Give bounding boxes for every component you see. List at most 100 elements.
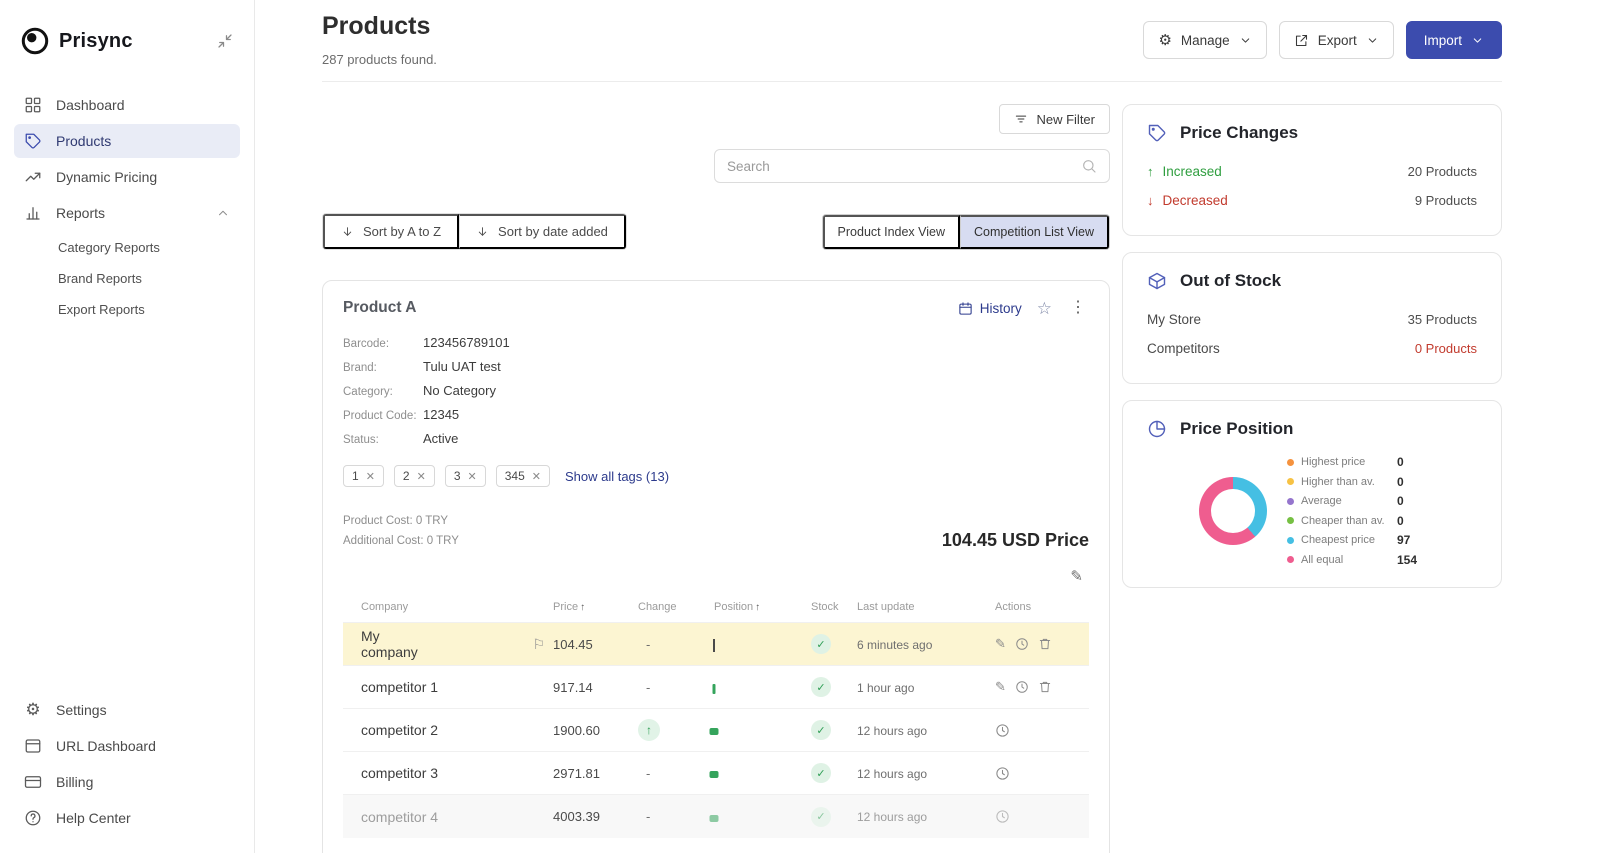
trash-icon[interactable] xyxy=(1038,680,1052,694)
search-input[interactable] xyxy=(727,159,1081,174)
brand-value: Tulu UAT test xyxy=(423,359,501,374)
increased-row[interactable]: ↑Increased 20 Products xyxy=(1147,157,1477,186)
col-company[interactable]: Company xyxy=(343,592,549,623)
box-icon xyxy=(1147,271,1167,291)
legend-dot xyxy=(1287,537,1294,544)
new-filter-label: New Filter xyxy=(1036,112,1095,127)
history-clock-icon[interactable] xyxy=(995,766,1010,781)
sidebar-item-export-reports[interactable]: Export Reports xyxy=(0,294,254,325)
change-value: - xyxy=(638,637,650,652)
sidebar-item-reports[interactable]: Reports xyxy=(14,196,240,230)
in-stock-check-icon: ✓ xyxy=(811,807,831,827)
gear-icon: ⚙ xyxy=(24,701,42,719)
new-filter-button[interactable]: New Filter xyxy=(999,104,1110,134)
calendar-icon xyxy=(958,301,973,316)
remove-tag-icon[interactable]: ✕ xyxy=(417,470,426,483)
decreased-count: 9 Products xyxy=(1415,193,1477,208)
export-button[interactable]: Export xyxy=(1279,21,1394,59)
price-value: 4003.39 xyxy=(549,795,634,838)
legend-item: Highest price 0 xyxy=(1287,455,1417,469)
sidebar-item-label: Reports xyxy=(56,205,105,221)
col-position[interactable]: Position↑ xyxy=(710,592,807,623)
history-button[interactable]: History xyxy=(958,301,1022,316)
legend-label: All equal xyxy=(1301,554,1391,566)
competitors-row[interactable]: Competitors 0 Products xyxy=(1147,334,1477,363)
field-label: Product Code: xyxy=(343,410,423,422)
sidebar-header: Prisync xyxy=(0,0,254,86)
my-store-row[interactable]: My Store 35 Products xyxy=(1147,305,1477,334)
manage-button[interactable]: ⚙ Manage xyxy=(1143,21,1266,59)
history-clock-icon[interactable] xyxy=(995,809,1010,824)
sidebar-item-label: Dynamic Pricing xyxy=(56,169,157,185)
last-update: 12 hours ago xyxy=(857,724,927,738)
remove-tag-icon[interactable]: ✕ xyxy=(366,470,375,483)
arrow-down-icon: ↓ xyxy=(1147,193,1154,208)
history-clock-icon[interactable] xyxy=(995,723,1010,738)
col-last-update[interactable]: Last update xyxy=(853,592,991,623)
price-position-panel: Price Position Highest price0 Higher tha… xyxy=(1122,400,1502,588)
sort-az-button[interactable]: Sort by A to Z xyxy=(323,214,459,249)
tag-icon xyxy=(24,132,42,150)
history-clock-icon[interactable] xyxy=(1015,637,1029,651)
decreased-row[interactable]: ↓Decreased 9 Products xyxy=(1147,186,1477,215)
sidebar-item-label: Billing xyxy=(56,774,93,790)
collapse-sidebar-icon[interactable] xyxy=(216,32,234,50)
sidebar-item-brand-reports[interactable]: Brand Reports xyxy=(0,263,254,294)
legend-label: Highest price xyxy=(1301,456,1391,468)
col-change[interactable]: Change xyxy=(634,592,710,623)
sidebar-item-dashboard[interactable]: Dashboard xyxy=(14,88,240,122)
legend-value: 0 xyxy=(1397,455,1404,469)
position-marker xyxy=(710,815,719,822)
edit-icon[interactable]: ✎ xyxy=(995,679,1006,695)
table-row-competitor-4: competitor 4 4003.39 - ✓ 12 hours ago xyxy=(343,795,1089,838)
brand: Prisync xyxy=(20,26,133,56)
panel-title: Price Changes xyxy=(1180,123,1298,143)
in-stock-check-icon: ✓ xyxy=(811,763,831,783)
price-value: 104.45 xyxy=(549,623,634,666)
sort-date-button[interactable]: Sort by date added xyxy=(459,214,626,249)
sidebar-item-category-reports[interactable]: Category Reports xyxy=(0,232,254,263)
chevron-down-icon xyxy=(1239,34,1252,47)
company-name: competitor 4 xyxy=(361,809,438,825)
legend-value: 154 xyxy=(1397,553,1417,567)
increased-count: 20 Products xyxy=(1408,164,1477,179)
trash-icon[interactable] xyxy=(1038,637,1052,651)
sidebar-item-dynamic-pricing[interactable]: Dynamic Pricing xyxy=(14,160,240,194)
import-button[interactable]: Import xyxy=(1406,21,1502,59)
sidebar-item-help-center[interactable]: Help Center xyxy=(14,801,240,835)
credit-card-icon xyxy=(24,773,42,791)
remove-tag-icon[interactable]: ✕ xyxy=(468,470,477,483)
last-update: 6 minutes ago xyxy=(857,638,932,652)
manage-button-label: Manage xyxy=(1181,33,1230,48)
sort-date-label: Sort by date added xyxy=(498,224,608,239)
kebab-menu-icon[interactable]: ⋮ xyxy=(1067,300,1089,316)
sidebar-item-settings[interactable]: ⚙ Settings xyxy=(14,693,240,727)
sidebar-nav: Dashboard Products Dynamic Pricing Repor… xyxy=(0,86,254,325)
panel-title: Out of Stock xyxy=(1180,271,1281,291)
col-stock[interactable]: Stock xyxy=(807,592,853,623)
edit-price-icon[interactable]: ✎ xyxy=(1070,569,1083,584)
gear-icon: ⚙ xyxy=(1158,33,1171,48)
sidebar-item-url-dashboard[interactable]: URL Dashboard xyxy=(14,729,240,763)
competition-list-view-button[interactable]: Competition List View xyxy=(960,215,1109,249)
sort-asc-icon: ↑ xyxy=(755,602,760,613)
bar-chart-icon xyxy=(24,204,42,222)
favorite-star-icon[interactable]: ☆ xyxy=(1037,300,1052,317)
history-clock-icon[interactable] xyxy=(1015,680,1029,694)
chevron-down-icon xyxy=(1471,34,1484,47)
price-position-legend: Highest price0 Higher than av.0 Average0… xyxy=(1287,455,1417,567)
edit-icon[interactable]: ✎ xyxy=(995,636,1006,652)
legend-dot xyxy=(1287,556,1294,563)
sidebar-item-label: Settings xyxy=(56,702,107,718)
sidebar-item-billing[interactable]: Billing xyxy=(14,765,240,799)
sidebar-item-products[interactable]: Products xyxy=(14,124,240,158)
search-icon xyxy=(1081,158,1097,174)
product-index-view-button[interactable]: Product Index View xyxy=(823,215,960,249)
field-label: Brand: xyxy=(343,362,423,374)
col-price[interactable]: Price↑ xyxy=(549,592,634,623)
show-all-tags-link[interactable]: Show all tags (13) xyxy=(565,469,669,484)
price-tag-icon xyxy=(1147,123,1167,143)
legend-value: 0 xyxy=(1397,475,1404,489)
remove-tag-icon[interactable]: ✕ xyxy=(532,470,541,483)
flag-icon[interactable]: ⚐ xyxy=(532,636,545,653)
